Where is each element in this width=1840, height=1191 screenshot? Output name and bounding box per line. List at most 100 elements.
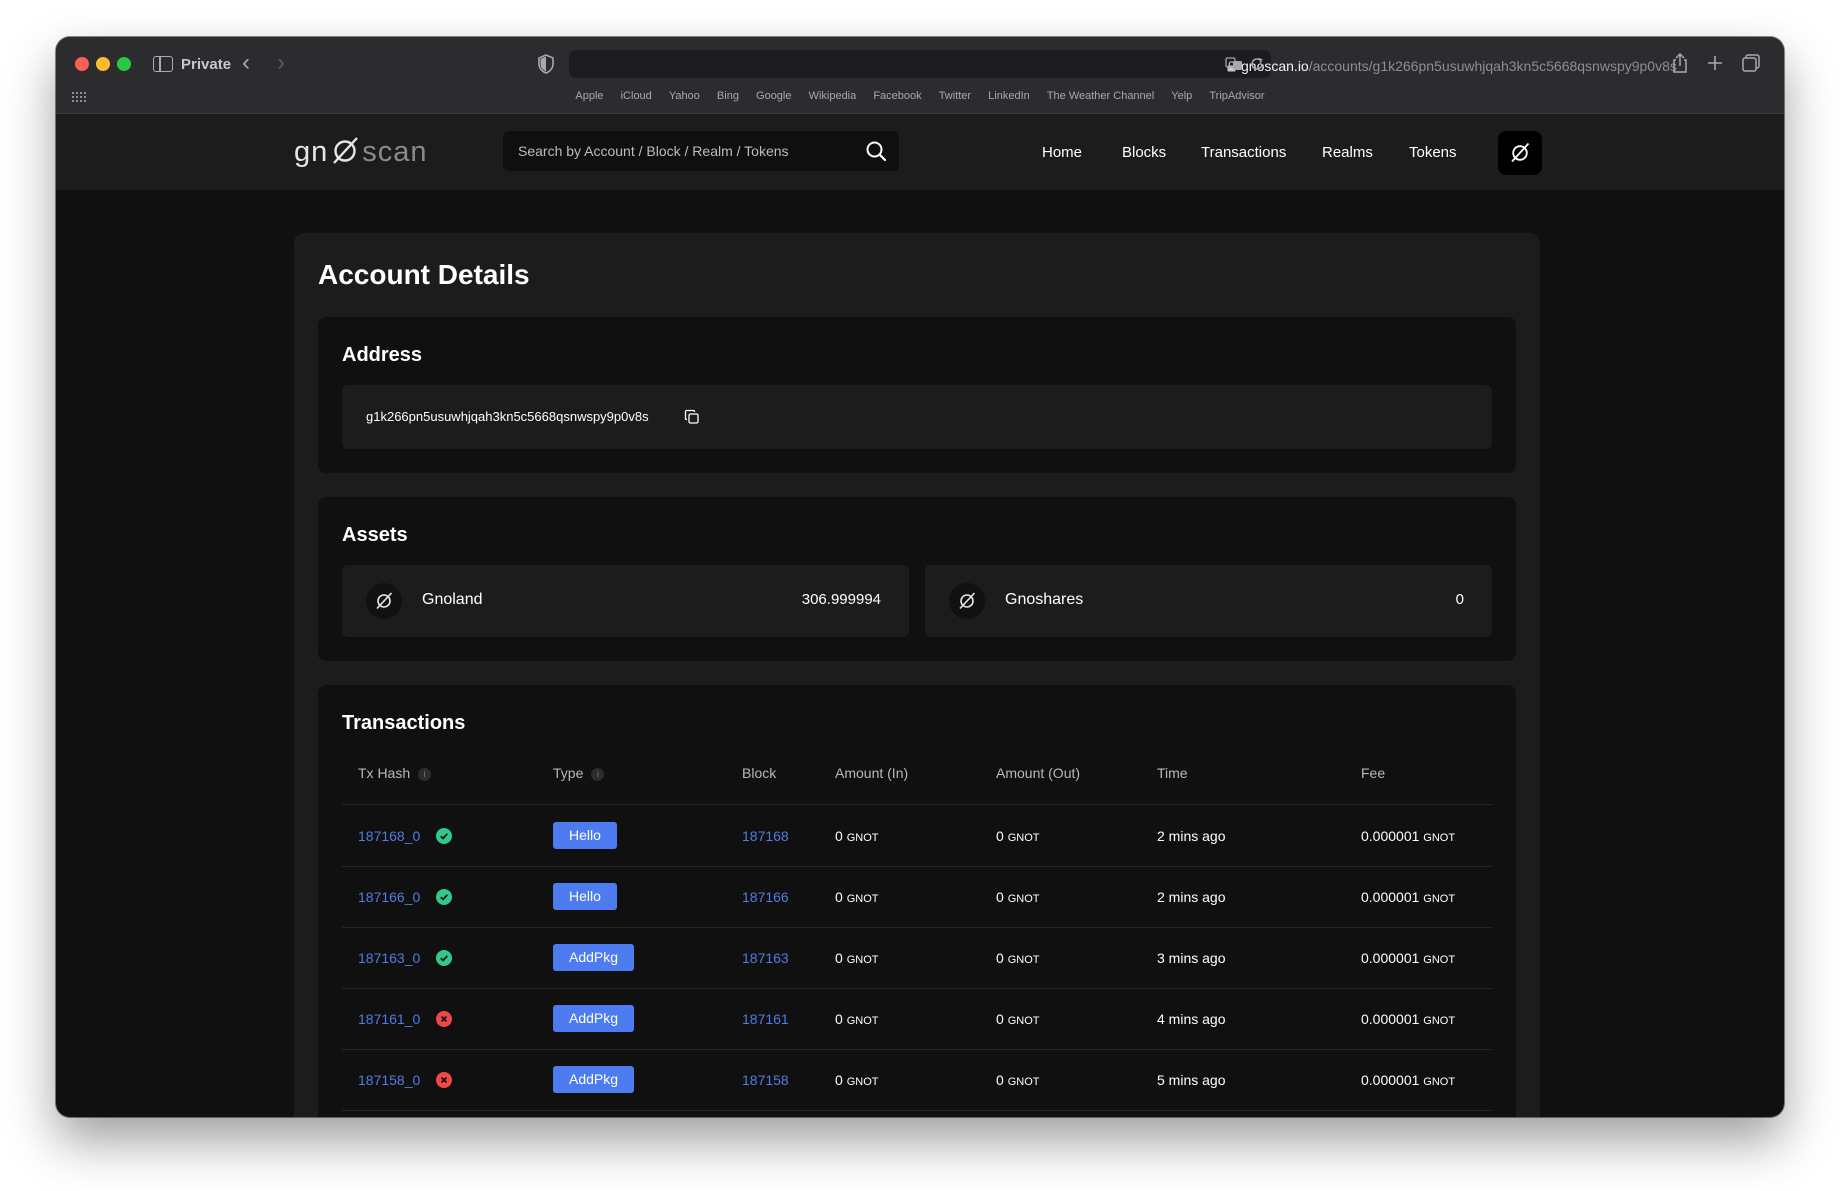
url-text: gnoscan.io/accounts/g1k266pn5usuwhjqah3k… [1227,58,1677,74]
share-icon[interactable] [1669,52,1691,74]
table-row[interactable]: 187168_0 Hello 187168 0 GNOT 0 GNOT 2 mi… [342,806,1492,867]
wallet-connect-button[interactable] [1498,131,1542,175]
tx-type-badge: Hello [553,822,617,849]
browser-toolbar: Private ‹ › gnoscan.io/accounts/g1k266pn… [56,37,1784,113]
address-box: g1k266pn5usuwhjqah3kn5c5668qsnwspy9p0v8s [342,385,1492,449]
gnoland-token-icon [366,583,402,619]
transactions-section-title: Transactions [342,712,466,734]
column-header-block: Block [742,765,777,781]
info-icon[interactable]: i [418,768,432,781]
tx-time: 5 mins ago [1157,1072,1226,1088]
tx-fee: 0.000001 GNOT [1361,1072,1456,1088]
copy-icon[interactable] [684,409,700,425]
block-link[interactable]: 187158 [742,1072,789,1088]
private-mode-label: Private [181,56,232,73]
failed-x-icon [436,1072,452,1088]
translate-icon[interactable] [1225,56,1243,72]
tx-hash-link[interactable]: 187158_0 [358,1072,420,1088]
tx-hash-link[interactable]: 187166_0 [358,889,420,905]
amount-out: 0 GNOT [996,1072,1040,1088]
nav-tokens[interactable]: Tokens [1409,144,1457,161]
asset-name: Gnoland [422,591,483,608]
tx-time: 2 mins ago [1157,828,1226,844]
back-arrow-icon[interactable]: ‹ [242,51,250,75]
table-row[interactable]: 187163_0 AddPkg 187163 0 GNOT 0 GNOT 3 m… [342,928,1492,989]
bookmark-google[interactable]: Google [756,90,791,102]
asset-name: Gnoshares [1005,591,1084,608]
nav-transactions[interactable]: Transactions [1201,144,1286,161]
block-link[interactable]: 187161 [742,1011,789,1027]
bookmark-facebook[interactable]: Facebook [873,90,921,102]
column-header-amount-out: Amount (Out) [996,765,1081,781]
asset-card-gnoshares[interactable]: Gnoshares 0 [925,565,1492,637]
bookmark-yelp[interactable]: Yelp [1171,90,1192,102]
tx-hash-link[interactable]: 187161_0 [358,1011,420,1027]
table-row[interactable]: 187161_0 AddPkg 187161 0 GNOT 0 GNOT 4 m… [342,989,1492,1050]
column-header-type: Type i [553,765,605,781]
failed-x-icon [436,1011,452,1027]
gnoshares-token-icon [949,583,985,619]
bookmark-tripadvisor[interactable]: TripAdvisor [1209,90,1264,102]
nav-realms[interactable]: Realms [1322,144,1373,161]
success-check-icon [436,828,452,844]
close-window-button[interactable] [75,57,89,71]
tab-overview-icon[interactable] [1740,52,1762,74]
amount-in: 0 GNOT [835,889,879,905]
site-header: gnscan Home Blocks Transactions Realms T… [56,114,1784,190]
success-check-icon [436,889,452,905]
zoom-window-button[interactable] [117,57,131,71]
success-check-icon [436,950,452,966]
address-section-title: Address [342,344,423,366]
minimize-window-button[interactable] [96,57,110,71]
table-row[interactable]: 187158_0 AddPkg 187158 0 GNOT 0 GNOT 5 m… [342,1050,1492,1111]
info-icon[interactable]: i [591,768,605,781]
block-link[interactable]: 187168 [742,828,789,844]
column-header-amount-in: Amount (In) [835,765,909,781]
tx-type-badge: AddPkg [553,944,635,971]
bookmark-icloud[interactable]: iCloud [621,90,652,102]
assets-section: Assets Gnoland 306.999994 Gnoshares 0 [318,497,1516,661]
nav-blocks[interactable]: Blocks [1122,144,1166,161]
asset-amount: 306.999994 [801,591,881,608]
bookmark-weather-channel[interactable]: The Weather Channel [1047,90,1154,102]
url-path: /accounts/g1k266pn5usuwhjqah3kn5c5668qsn… [1308,58,1677,74]
assets-section-title: Assets [342,524,408,546]
sidebar-toggle-icon[interactable] [153,56,173,72]
amount-in: 0 GNOT [835,1011,879,1027]
column-header-time: Time [1157,765,1188,781]
new-tab-icon[interactable] [1704,52,1726,74]
tx-fee: 0.000001 GNOT [1361,828,1456,844]
privacy-shield-icon[interactable] [538,54,554,74]
asset-amount: 0 [1455,591,1464,608]
tx-time: 2 mins ago [1157,889,1226,905]
bookmark-yahoo[interactable]: Yahoo [669,90,700,102]
block-link[interactable]: 187166 [742,889,789,905]
bookmark-bing[interactable]: Bing [717,90,739,102]
bookmark-twitter[interactable]: Twitter [939,90,971,102]
account-address: g1k266pn5usuwhjqah3kn5c5668qsnwspy9p0v8s [366,409,649,424]
asset-card-gnoland[interactable]: Gnoland 306.999994 [342,565,909,637]
bookmarks-bar: Apple iCloud Yahoo Bing Google Wikipedia… [56,90,1784,102]
table-row[interactable]: 187166_0 Hello 187166 0 GNOT 0 GNOT 2 mi… [342,867,1492,928]
bookmark-wikipedia[interactable]: Wikipedia [809,90,857,102]
tx-type-badge: Hello [553,883,617,910]
tx-hash-link[interactable]: 187163_0 [358,950,420,966]
bookmark-apple[interactable]: Apple [575,90,603,102]
forward-arrow-icon[interactable]: › [277,51,285,75]
amount-in: 0 GNOT [835,950,879,966]
tx-fee: 0.000001 GNOT [1361,950,1456,966]
gno-icon [1511,142,1530,163]
browser-window: Private ‹ › gnoscan.io/accounts/g1k266pn… [56,37,1784,1117]
bookmark-linkedin[interactable]: LinkedIn [988,90,1030,102]
tx-hash-link[interactable]: 187168_0 [358,828,420,844]
nav-home[interactable]: Home [1042,144,1082,161]
column-header-fee: Fee [1361,765,1386,781]
amount-out: 0 GNOT [996,950,1040,966]
tx-type-badge: AddPkg [553,1005,635,1032]
transactions-section: Transactions Tx Hash i Type i Block Amount… [318,685,1516,1117]
tx-fee: 0.000001 GNOT [1361,1011,1456,1027]
tx-type-badge: AddPkg [553,1066,635,1093]
address-bar[interactable]: gnoscan.io/accounts/g1k266pn5usuwhjqah3k… [569,50,1677,78]
reload-icon[interactable] [1249,56,1265,72]
block-link[interactable]: 187163 [742,950,789,966]
